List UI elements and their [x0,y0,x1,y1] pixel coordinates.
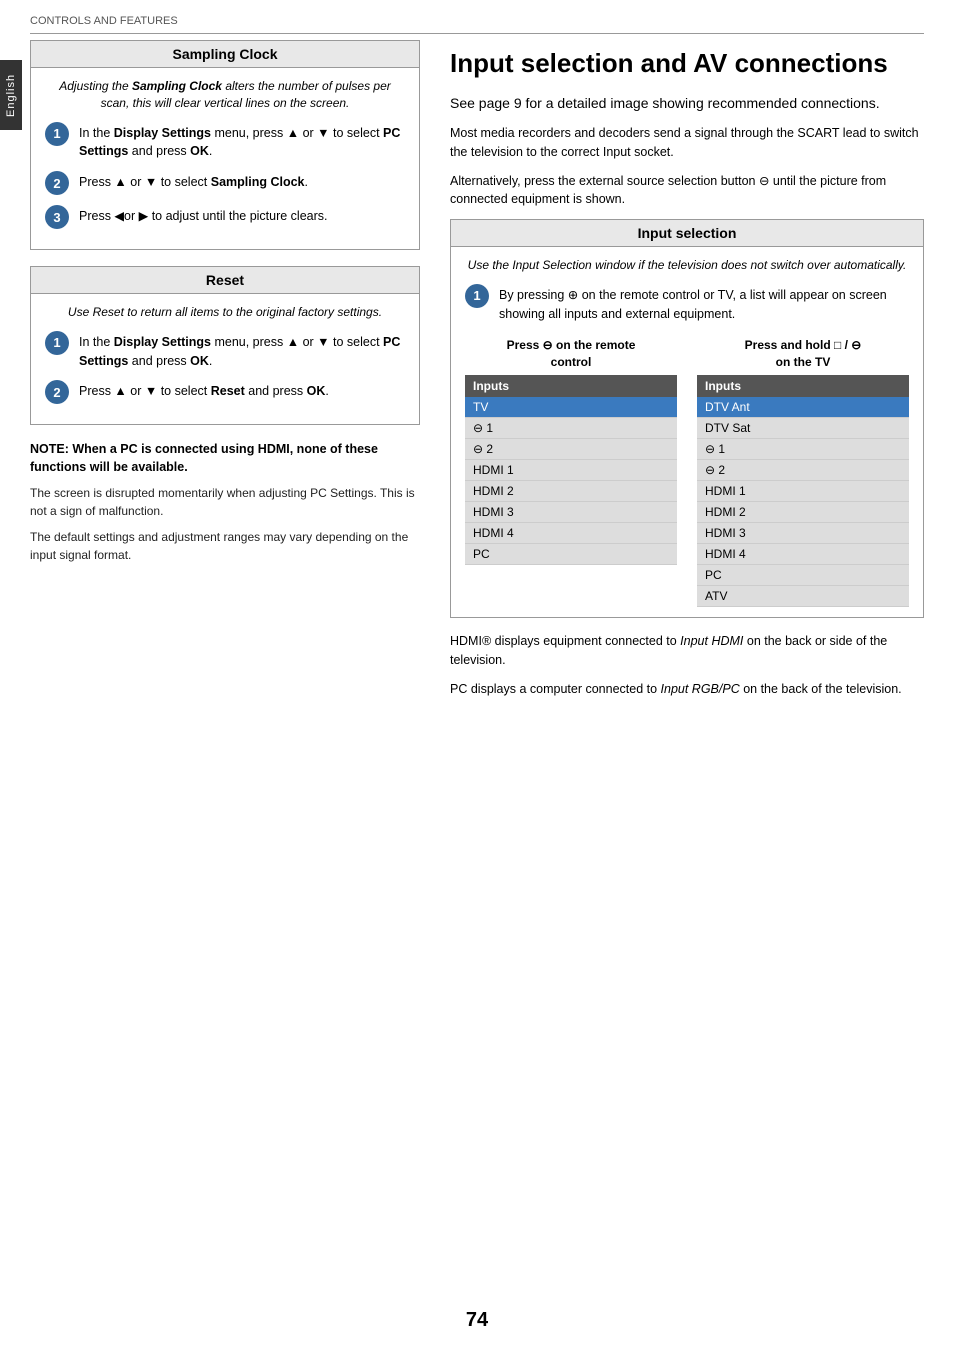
table-cell: ATV [697,586,909,607]
language-tab: English [0,60,22,130]
table-cell: HDMI 3 [697,523,909,544]
table-row: ⊖ 1 [697,439,909,460]
table-row: HDMI 4 [465,523,677,544]
input-step-1: 1 By pressing ⊕ on the remote control or… [465,284,909,324]
footer-text-2: PC displays a computer connected to Inpu… [450,680,924,699]
sampling-clock-note: Adjusting the Sampling Clock alters the … [45,78,405,112]
input-selection-title: Input selection [451,220,923,247]
breadcrumb: CONTROLS AND FEATURES [30,15,924,34]
body-text-2: Alternatively, press the external source… [450,172,924,210]
table-cell: HDMI 4 [465,523,677,544]
table-row: HDMI 1 [465,460,677,481]
reset-note: Use Reset to return all items to the ori… [45,304,405,321]
input-tables: Press ⊖ on the remotecontrol Inputs TV [465,337,909,607]
page-number: 74 [466,1309,488,1332]
sampling-clock-content: Adjusting the Sampling Clock alters the … [31,68,419,249]
table-row: HDMI 2 [465,481,677,502]
table-row: HDMI 3 [697,523,909,544]
table-cell: ⊖ 1 [465,418,677,439]
right-table-col-header: Inputs [697,375,909,397]
table-cell: PC [465,544,677,565]
step-number-2: 2 [45,171,69,195]
left-table-header: Press ⊖ on the remotecontrol [465,337,677,371]
table-row: HDMI 4 [697,544,909,565]
table-cell: HDMI 1 [697,481,909,502]
table-row: DTV Sat [697,418,909,439]
right-table-col: Press and hold □ / ⊖on the TV Inputs DTV… [697,337,909,607]
table-row: ⊖ 1 [465,418,677,439]
sampling-step-3: 3 Press ◀or ▶ to adjust until the pictur… [45,205,405,229]
reset-step-1: 1 In the Display Settings menu, press ▲ … [45,331,405,371]
reset-step-number-2: 2 [45,380,69,404]
intro-text: See page 9 for a detailed image showing … [450,93,924,114]
right-table-header: Press and hold □ / ⊖on the TV [697,337,909,371]
note-bold-text: NOTE: When a PC is connected using HDMI,… [30,441,420,476]
table-cell: DTV Sat [697,418,909,439]
input-selection-section: Input selection Use the Input Selection … [450,219,924,618]
left-column: Sampling Clock Adjusting the Sampling Cl… [30,40,420,1292]
table-row: TV [465,397,677,418]
table-cell: HDMI 2 [465,481,677,502]
input-selection-content: Use the Input Selection window if the te… [451,247,923,617]
right-input-table: Inputs DTV Ant DTV Sat [697,375,909,607]
sampling-step-2: 2 Press ▲ or ▼ to select Sampling Clock. [45,171,405,195]
reset-title: Reset [31,267,419,294]
input-step-number-1: 1 [465,284,489,308]
right-column: Input selection and AV connections See p… [450,40,924,1292]
left-table-col-header: Inputs [465,375,677,397]
table-cell: HDMI 1 [465,460,677,481]
table-cell: HDMI 3 [465,502,677,523]
reset-content: Use Reset to return all items to the ori… [31,294,419,424]
sampling-step-1: 1 In the Display Settings menu, press ▲ … [45,122,405,162]
table-row: ⊖ 2 [465,439,677,460]
page-title: Input selection and AV connections [450,48,924,79]
sampling-clock-section: Sampling Clock Adjusting the Sampling Cl… [30,40,420,250]
step-text-2: Press ▲ or ▼ to select Sampling Clock. [79,171,405,192]
step-number-3: 3 [45,205,69,229]
table-row: HDMI 1 [697,481,909,502]
table-cell: ⊖ 2 [697,460,909,481]
note-section: NOTE: When a PC is connected using HDMI,… [30,441,420,564]
sampling-clock-title: Sampling Clock [31,41,419,68]
input-step-text-1: By pressing ⊕ on the remote control or T… [499,284,909,324]
table-cell: PC [697,565,909,586]
table-row: ATV [697,586,909,607]
reset-step-text-1: In the Display Settings menu, press ▲ or… [79,331,405,371]
body-text-1: Most media recorders and decoders send a… [450,124,924,162]
table-row: HDMI 3 [465,502,677,523]
table-row: PC [697,565,909,586]
input-selection-note: Use the Input Selection window if the te… [465,257,909,274]
table-cell: HDMI 2 [697,502,909,523]
footer-text-1: HDMI® displays equipment connected to In… [450,632,924,670]
note-paragraph-1: The screen is disrupted momentarily when… [30,484,420,520]
reset-section: Reset Use Reset to return all items to t… [30,266,420,425]
table-cell: DTV Ant [697,397,909,418]
reset-step-text-2: Press ▲ or ▼ to select Reset and press O… [79,380,405,401]
table-row: PC [465,544,677,565]
left-table-col: Press ⊖ on the remotecontrol Inputs TV [465,337,677,607]
table-cell: HDMI 4 [697,544,909,565]
main-content: Sampling Clock Adjusting the Sampling Cl… [30,40,924,1292]
reset-step-2: 2 Press ▲ or ▼ to select Reset and press… [45,380,405,404]
note-paragraph-2: The default settings and adjustment rang… [30,528,420,564]
table-row: ⊖ 2 [697,460,909,481]
step-text-3: Press ◀or ▶ to adjust until the picture … [79,205,405,226]
table-cell: ⊖ 1 [697,439,909,460]
table-row: HDMI 2 [697,502,909,523]
step-text-1: In the Display Settings menu, press ▲ or… [79,122,405,162]
reset-step-number-1: 1 [45,331,69,355]
table-cell: TV [465,397,677,418]
table-row: DTV Ant [697,397,909,418]
left-input-table: Inputs TV ⊖ 1 [465,375,677,565]
table-cell: ⊖ 2 [465,439,677,460]
step-number-1: 1 [45,122,69,146]
